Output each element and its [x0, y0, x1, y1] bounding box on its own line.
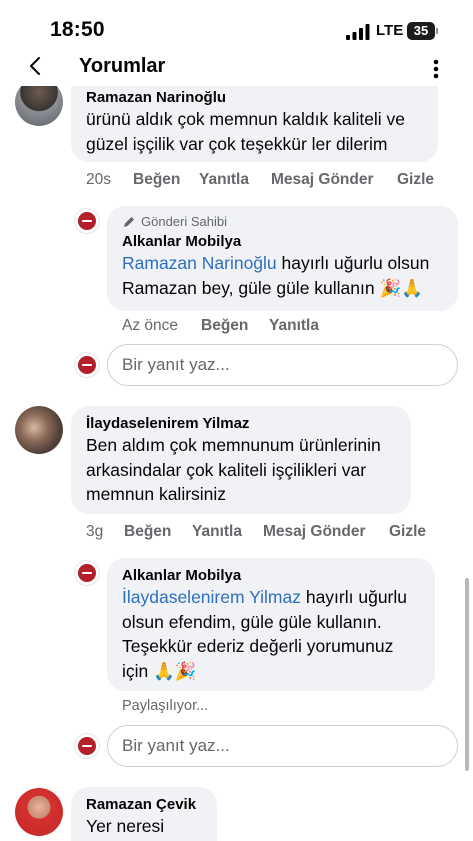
status-time: 18:50 — [50, 18, 105, 41]
comment-actions: 20s Beğen Yanıtla Mesaj Gönder Gizle — [86, 171, 434, 189]
reply-button[interactable]: Yanıtla — [269, 317, 319, 335]
avatar[interactable] — [74, 208, 100, 234]
mention-link[interactable]: Ramazan Narinoğlu — [122, 253, 277, 273]
like-button[interactable]: Beğen — [124, 523, 192, 541]
like-button[interactable]: Beğen — [133, 171, 199, 189]
reply-actions: Az önce Beğen Yanıtla — [122, 317, 319, 335]
like-button[interactable]: Beğen — [201, 317, 269, 335]
comment-text: Ben aldım çok memnunum ürünlerinin arkas… — [86, 435, 381, 504]
comment-author[interactable]: Ramazan Çevik — [86, 795, 203, 814]
avatar[interactable] — [74, 560, 100, 586]
send-message-button[interactable]: Mesaj Gönder — [271, 171, 397, 189]
scrollbar[interactable] — [465, 578, 469, 771]
header-bar: Yorumlar — [0, 48, 473, 86]
avatar[interactable] — [15, 86, 63, 126]
cellular-signal-icon — [346, 24, 370, 40]
mention-link[interactable]: İlaydaselenirem Yilmaz — [122, 587, 301, 607]
send-message-button[interactable]: Mesaj Gönder — [263, 523, 389, 541]
avatar — [74, 352, 100, 378]
comment-author[interactable]: Ramazan Narinoğlu — [86, 88, 424, 107]
hide-button[interactable]: Gizle — [397, 171, 434, 189]
status-bar: 18:50 LTE 35 — [0, 0, 473, 50]
reply-bubble: Alkanlar Mobilya İlaydaselenirem Yilmaz … — [107, 558, 435, 691]
reply-bubble: Gönderi Sahibi Alkanlar Mobilya Ramazan … — [107, 206, 458, 311]
comment-bubble: İlaydaselenirem Yilmaz Ben aldım çok mem… — [71, 406, 411, 514]
avatar — [74, 733, 100, 759]
battery-level: 35 — [413, 23, 429, 38]
sharing-status: Paylaşılıyor... — [122, 698, 209, 714]
comment-text: ürünü aldık çok memnun kaldık kaliteli v… — [86, 109, 406, 154]
more-vertical-icon[interactable] — [426, 58, 446, 80]
reply-author[interactable]: Alkanlar Mobilya — [122, 566, 421, 585]
pen-icon — [124, 217, 134, 227]
avatar[interactable] — [15, 406, 63, 454]
comment-bubble: Ramazan Narinoğlu ürünü aldık çok memnun… — [71, 86, 438, 162]
reply-button[interactable]: Yanıtla — [192, 523, 263, 541]
reply-input[interactable] — [107, 725, 458, 767]
battery-icon: 35 — [407, 22, 438, 40]
avatar[interactable] — [15, 788, 63, 836]
comment-text: Yer neresi — [86, 816, 165, 836]
page-title: Yorumlar — [79, 55, 166, 77]
network-type: LTE — [376, 22, 404, 39]
reply-text: İlaydaselenirem Yilmaz hayırlı uğurlu ol… — [122, 587, 407, 681]
hide-button[interactable]: Gizle — [389, 523, 426, 541]
comments-feed[interactable]: Ramazan Narinoğlu ürünü aldık çok memnun… — [0, 86, 473, 841]
reply-button[interactable]: Yanıtla — [199, 171, 271, 189]
comment-time: 20s — [86, 171, 111, 188]
comment-author[interactable]: İlaydaselenirem Yilmaz — [86, 414, 397, 433]
reply-time: Az önce — [122, 317, 179, 334]
author-tag-label: Gönderi Sahibi — [141, 214, 227, 229]
comment-bubble: Ramazan Çevik Yer neresi — [71, 787, 217, 841]
chevron-left-icon[interactable] — [24, 54, 48, 78]
reply-text: Ramazan Narinoğlu hayırlı uğurlu olsun Ra… — [122, 253, 430, 298]
comment-time: 3g — [86, 523, 104, 540]
reply-input[interactable] — [107, 344, 458, 386]
reply-author[interactable]: Alkanlar Mobilya — [122, 232, 444, 251]
comment-actions: 3g Beğen Yanıtla Mesaj Gönder Gizle — [86, 523, 426, 541]
author-tag: Gönderi Sahibi — [122, 214, 444, 230]
